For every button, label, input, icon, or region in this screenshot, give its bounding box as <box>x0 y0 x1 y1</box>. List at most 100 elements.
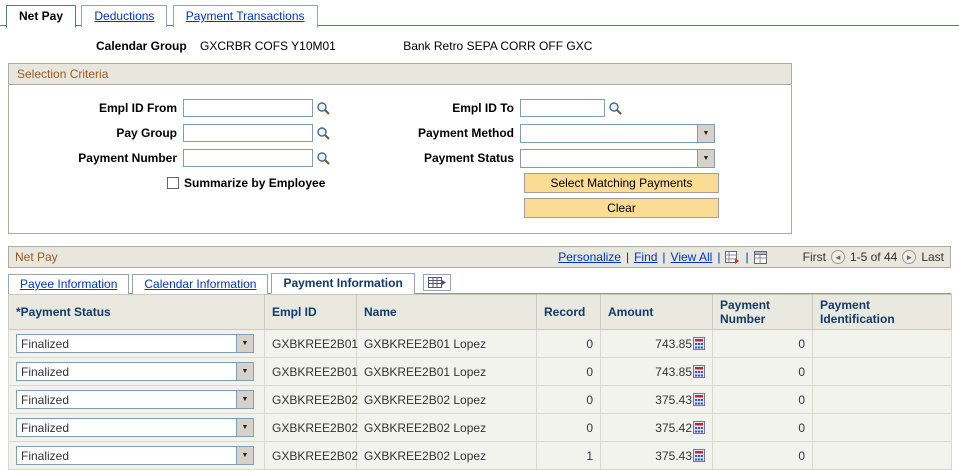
tab-calendar-information[interactable]: Calendar Information <box>132 274 269 294</box>
row-payment-status-select[interactable]: Finalized ▼ <box>16 390 254 409</box>
amount-value: 375.43 <box>655 448 692 463</box>
payment-identification-cell <box>812 357 952 386</box>
empl-id-to-lookup-icon[interactable] <box>608 101 622 115</box>
tab-net-pay[interactable]: Net Pay <box>6 5 77 28</box>
empl-id-to-label: Empl ID To <box>452 101 514 115</box>
tab-net-pay-label: Net Pay <box>19 9 64 23</box>
row-payment-status-select[interactable]: Finalized ▼ <box>16 334 254 353</box>
empl-id-to-input[interactable] <box>520 99 605 117</box>
summarize-checkbox[interactable] <box>167 177 179 189</box>
personalize-link[interactable]: Personalize <box>558 250 621 264</box>
empl-id-cell: GXBKREE2B02 <box>264 385 358 414</box>
table-row: Finalized ▼ GXBKREE2B02 GXBKREE2B02 Lope… <box>8 413 952 442</box>
row-payment-status-select[interactable]: Finalized ▼ <box>16 418 254 437</box>
record-cell: 0 <box>536 413 601 442</box>
select-matching-payments-button[interactable]: Select Matching Payments <box>524 173 719 193</box>
find-link[interactable]: Find <box>634 250 657 264</box>
separator: | <box>745 250 749 264</box>
page-tab-bar: Net Pay Deductions Payment Transactions <box>0 0 959 28</box>
chevron-down-icon: ▼ <box>236 419 253 436</box>
name-cell: GXBKREE2B02 Lopez <box>356 413 537 442</box>
chevron-down-icon: ▼ <box>236 391 253 408</box>
payment-number-input[interactable] <box>183 149 313 167</box>
pay-group-lookup-icon[interactable] <box>316 126 330 140</box>
row-payment-status-value: Finalized <box>21 448 70 463</box>
next-page-icon[interactable]: ► <box>902 250 917 264</box>
selection-criteria-title: Selection Criteria <box>9 64 791 85</box>
col-name: Name <box>356 294 537 330</box>
amount-cell: 375.42 <box>600 413 713 442</box>
calendar-group-line: Calendar Group GXCRBR COFS Y10M01 Bank R… <box>96 39 959 53</box>
row-payment-status-value: Finalized <box>21 364 70 379</box>
payment-identification-cell <box>812 413 952 442</box>
chevron-down-icon: ▼ <box>697 124 714 142</box>
calculator-icon[interactable] <box>692 393 705 406</box>
calendar-group-label: Calendar Group <box>96 39 187 53</box>
grid-header-bar: Net Pay Personalize | Find | View All | … <box>8 246 951 268</box>
empl-id-cell: GXBKREE2B02 <box>264 441 358 470</box>
col-payment-identification: Payment Identification <box>812 294 952 330</box>
payment-identification-cell <box>812 385 952 414</box>
show-all-columns-icon[interactable] <box>422 274 451 291</box>
last-link[interactable]: Last <box>921 250 944 264</box>
zoom-grid-icon[interactable] <box>753 250 767 264</box>
payment-status-cell: Finalized ▼ <box>8 441 265 470</box>
amount-value: 743.85 <box>655 364 692 379</box>
empl-id-cell: GXBKREE2B01 <box>264 357 358 386</box>
table-row: Finalized ▼ GXBKREE2B02 GXBKREE2B02 Lope… <box>8 441 952 470</box>
amount-cell: 743.85 <box>600 357 713 386</box>
prev-page-icon[interactable]: ◄ <box>830 250 845 264</box>
tab-payee-information[interactable]: Payee Information <box>8 274 130 294</box>
tab-calendar-information-label: Calendar Information <box>144 277 257 291</box>
record-cell: 0 <box>536 357 601 386</box>
table-row: Finalized ▼ GXBKREE2B01 GXBKREE2B01 Lope… <box>8 329 952 358</box>
row-payment-status-value: Finalized <box>21 420 70 435</box>
row-payment-status-select[interactable]: Finalized ▼ <box>16 362 254 381</box>
payment-method-select[interactable]: ▼ <box>520 123 715 143</box>
payment-status-cell: Finalized ▼ <box>8 413 265 442</box>
payment-number-cell: 0 <box>712 413 813 442</box>
record-cell: 1 <box>536 441 601 470</box>
clear-button[interactable]: Clear <box>524 198 719 218</box>
payment-status-cell: Finalized ▼ <box>8 357 265 386</box>
name-cell: GXBKREE2B01 Lopez <box>356 329 537 358</box>
tab-payment-information[interactable]: Payment Information <box>271 273 415 294</box>
name-cell: GXBKREE2B02 Lopez <box>356 441 537 470</box>
row-payment-status-select[interactable]: Finalized ▼ <box>16 446 254 465</box>
bank-retro-value: Bank Retro SEPA CORR OFF GXC <box>403 39 593 53</box>
first-link[interactable]: First <box>803 250 826 264</box>
chevron-down-icon: ▼ <box>697 149 714 167</box>
grid-tab-bar: Payee Information Calendar Information P… <box>8 268 951 294</box>
view-all-link[interactable]: View All <box>671 250 713 264</box>
calculator-icon[interactable] <box>692 449 705 462</box>
separator: | <box>625 250 630 264</box>
amount-cell: 743.85 <box>600 329 713 358</box>
empl-id-from-lookup-icon[interactable] <box>316 101 330 115</box>
pay-group-label: Pay Group <box>116 126 177 140</box>
empl-id-from-input[interactable] <box>183 99 313 117</box>
record-cell: 0 <box>536 385 601 414</box>
calculator-icon[interactable] <box>692 421 705 434</box>
tab-payment-information-label: Payment Information <box>283 276 403 290</box>
amount-cell: 375.43 <box>600 385 713 414</box>
record-cell: 0 <box>536 329 601 358</box>
payment-number-cell: 0 <box>712 385 813 414</box>
tab-payee-information-label: Payee Information <box>20 277 118 291</box>
pay-group-input[interactable] <box>183 124 313 142</box>
payment-status-label: Payment Status <box>423 151 514 165</box>
chevron-down-icon: ▼ <box>236 447 253 464</box>
amount-value: 743.85 <box>655 336 692 351</box>
separator: | <box>662 250 666 264</box>
name-cell: GXBKREE2B01 Lopez <box>356 357 537 386</box>
calculator-icon[interactable] <box>692 337 705 350</box>
download-grid-icon[interactable] <box>725 250 740 264</box>
amount-value: 375.42 <box>655 420 692 435</box>
tab-deductions[interactable]: Deductions <box>81 5 168 27</box>
payment-status-select[interactable]: ▼ <box>520 148 715 168</box>
tab-payment-transactions[interactable]: Payment Transactions <box>172 5 318 27</box>
payment-number-lookup-icon[interactable] <box>316 151 330 165</box>
chevron-down-icon: ▼ <box>236 335 253 352</box>
name-cell: GXBKREE2B02 Lopez <box>356 385 537 414</box>
calculator-icon[interactable] <box>692 365 705 378</box>
tab-payment-transactions-label: Payment Transactions <box>185 9 305 23</box>
